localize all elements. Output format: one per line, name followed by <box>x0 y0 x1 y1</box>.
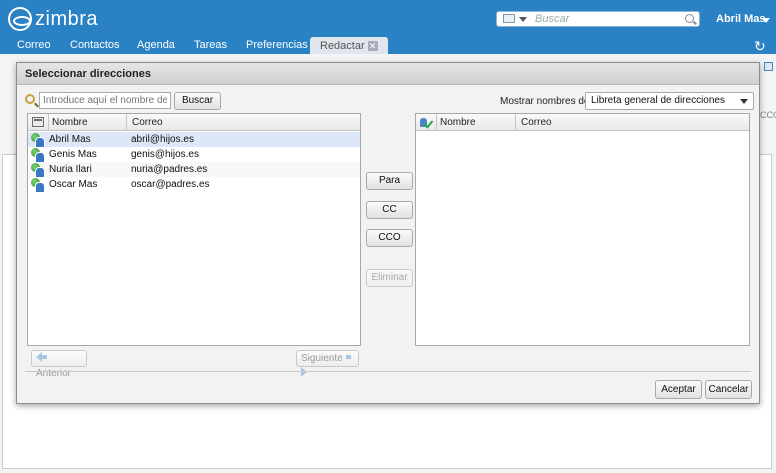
column-header-correo[interactable]: Correo <box>521 117 552 128</box>
selected-recipients-header: Nombre Correo <box>416 114 749 131</box>
global-search-placeholder: Buscar <box>535 13 570 25</box>
contact-email: oscar@padres.es <box>131 179 210 190</box>
search-icon <box>25 94 35 104</box>
close-icon[interactable]: ✕ <box>367 41 378 51</box>
contact-icon <box>31 148 45 163</box>
contact-email: genis@hijos.es <box>131 149 199 160</box>
address-book-icon <box>32 117 44 127</box>
search-type-chevron-down-icon[interactable] <box>519 17 527 22</box>
anterior-button[interactable]: Anterior <box>31 350 87 379</box>
contact-name: Abril Mas <box>49 134 91 145</box>
arrow-right-tail <box>345 355 351 359</box>
cancelar-button[interactable]: Cancelar <box>705 380 752 399</box>
column-separator <box>515 114 516 131</box>
aceptar-button[interactable]: Aceptar <box>655 380 702 399</box>
tab-contactos[interactable]: Contactos <box>70 39 120 51</box>
refresh-icon[interactable]: ↻ <box>754 38 766 55</box>
contact-icon <box>31 133 45 148</box>
tab-agenda[interactable]: Agenda <box>137 39 175 51</box>
column-header-nombre[interactable]: Nombre <box>440 117 476 128</box>
recipient-type-icon <box>420 117 432 128</box>
toolbar-window-icon[interactable] <box>764 62 773 71</box>
table-row[interactable]: Oscar Mas oscar@padres.es <box>28 177 360 193</box>
contact-email: abril@hijos.es <box>131 134 194 145</box>
cc-button[interactable]: CC <box>366 201 413 219</box>
logo-text: zimbra <box>35 7 99 30</box>
column-separator <box>436 114 437 131</box>
table-row[interactable]: Nuria Ilari nuria@padres.es <box>28 162 360 178</box>
contact-email: nuria@padres.es <box>131 164 208 175</box>
search-results-list[interactable]: Nombre Correo Abril Mas abril@hijos.es G… <box>27 113 361 346</box>
background-cco-label: CCO <box>760 110 776 120</box>
search-type-mail-icon[interactable] <box>503 14 515 23</box>
chevron-down-icon <box>740 99 748 104</box>
contact-name: Genis Mas <box>49 149 97 160</box>
user-menu[interactable]: Abril Mas <box>716 13 766 25</box>
zimbra-logo[interactable]: zimbra <box>8 7 98 31</box>
arrow-right-icon <box>301 367 307 377</box>
user-menu-chevron-down-icon[interactable] <box>762 18 770 23</box>
column-header-nombre[interactable]: Nombre <box>52 117 88 128</box>
eliminar-button[interactable]: Eliminar <box>366 269 413 287</box>
table-row[interactable]: Genis Mas genis@hijos.es <box>28 147 360 163</box>
contact-name: Oscar Mas <box>49 179 98 190</box>
tab-tareas[interactable]: Tareas <box>194 39 227 51</box>
arrow-left-tail <box>42 355 47 359</box>
selected-recipients-list[interactable]: Nombre Correo <box>415 113 750 346</box>
tab-redactar-label: Redactar <box>320 40 365 52</box>
search-icon[interactable] <box>685 14 694 23</box>
main-nav: Correo Contactos Agenda Tareas Preferenc… <box>0 37 776 55</box>
app-header: zimbra Buscar Abril Mas <box>0 0 776 38</box>
table-row[interactable]: Abril Mas abril@hijos.es <box>28 132 360 148</box>
tab-redactar[interactable]: Redactar ✕ <box>310 37 388 54</box>
dialog-title-bar: Seleccionar direcciones <box>17 63 759 85</box>
anterior-label: Anterior <box>36 368 72 379</box>
column-separator <box>48 114 49 131</box>
address-book-select[interactable]: Libreta general de direcciones <box>585 92 754 110</box>
global-search-input[interactable]: Buscar <box>496 11 700 27</box>
column-separator <box>126 114 127 131</box>
address-book-select-value: Libreta general de direcciones <box>591 95 725 106</box>
recipient-search-input[interactable] <box>39 92 171 109</box>
show-names-label: Mostrar nombres de: <box>500 96 593 107</box>
contact-icon <box>31 178 45 193</box>
dialog-title: Seleccionar direcciones <box>25 68 151 80</box>
tab-correo[interactable]: Correo <box>17 39 51 51</box>
zimbra-logo-icon <box>8 7 32 31</box>
siguiente-label: Siguiente <box>301 353 343 364</box>
dialog-divider <box>25 371 751 372</box>
column-header-correo[interactable]: Correo <box>132 117 163 128</box>
search-results-header: Nombre Correo <box>28 114 360 131</box>
select-addresses-dialog: Seleccionar direcciones Buscar Mostrar n… <box>16 62 760 404</box>
tab-preferencias[interactable]: Preferencias <box>246 39 308 51</box>
para-button[interactable]: Para <box>366 172 413 190</box>
siguiente-button[interactable]: Siguiente <box>296 350 359 377</box>
contact-name: Nuria Ilari <box>49 164 92 175</box>
buscar-button[interactable]: Buscar <box>174 92 221 110</box>
contact-icon <box>31 163 45 178</box>
cco-button[interactable]: CCO <box>366 229 413 247</box>
